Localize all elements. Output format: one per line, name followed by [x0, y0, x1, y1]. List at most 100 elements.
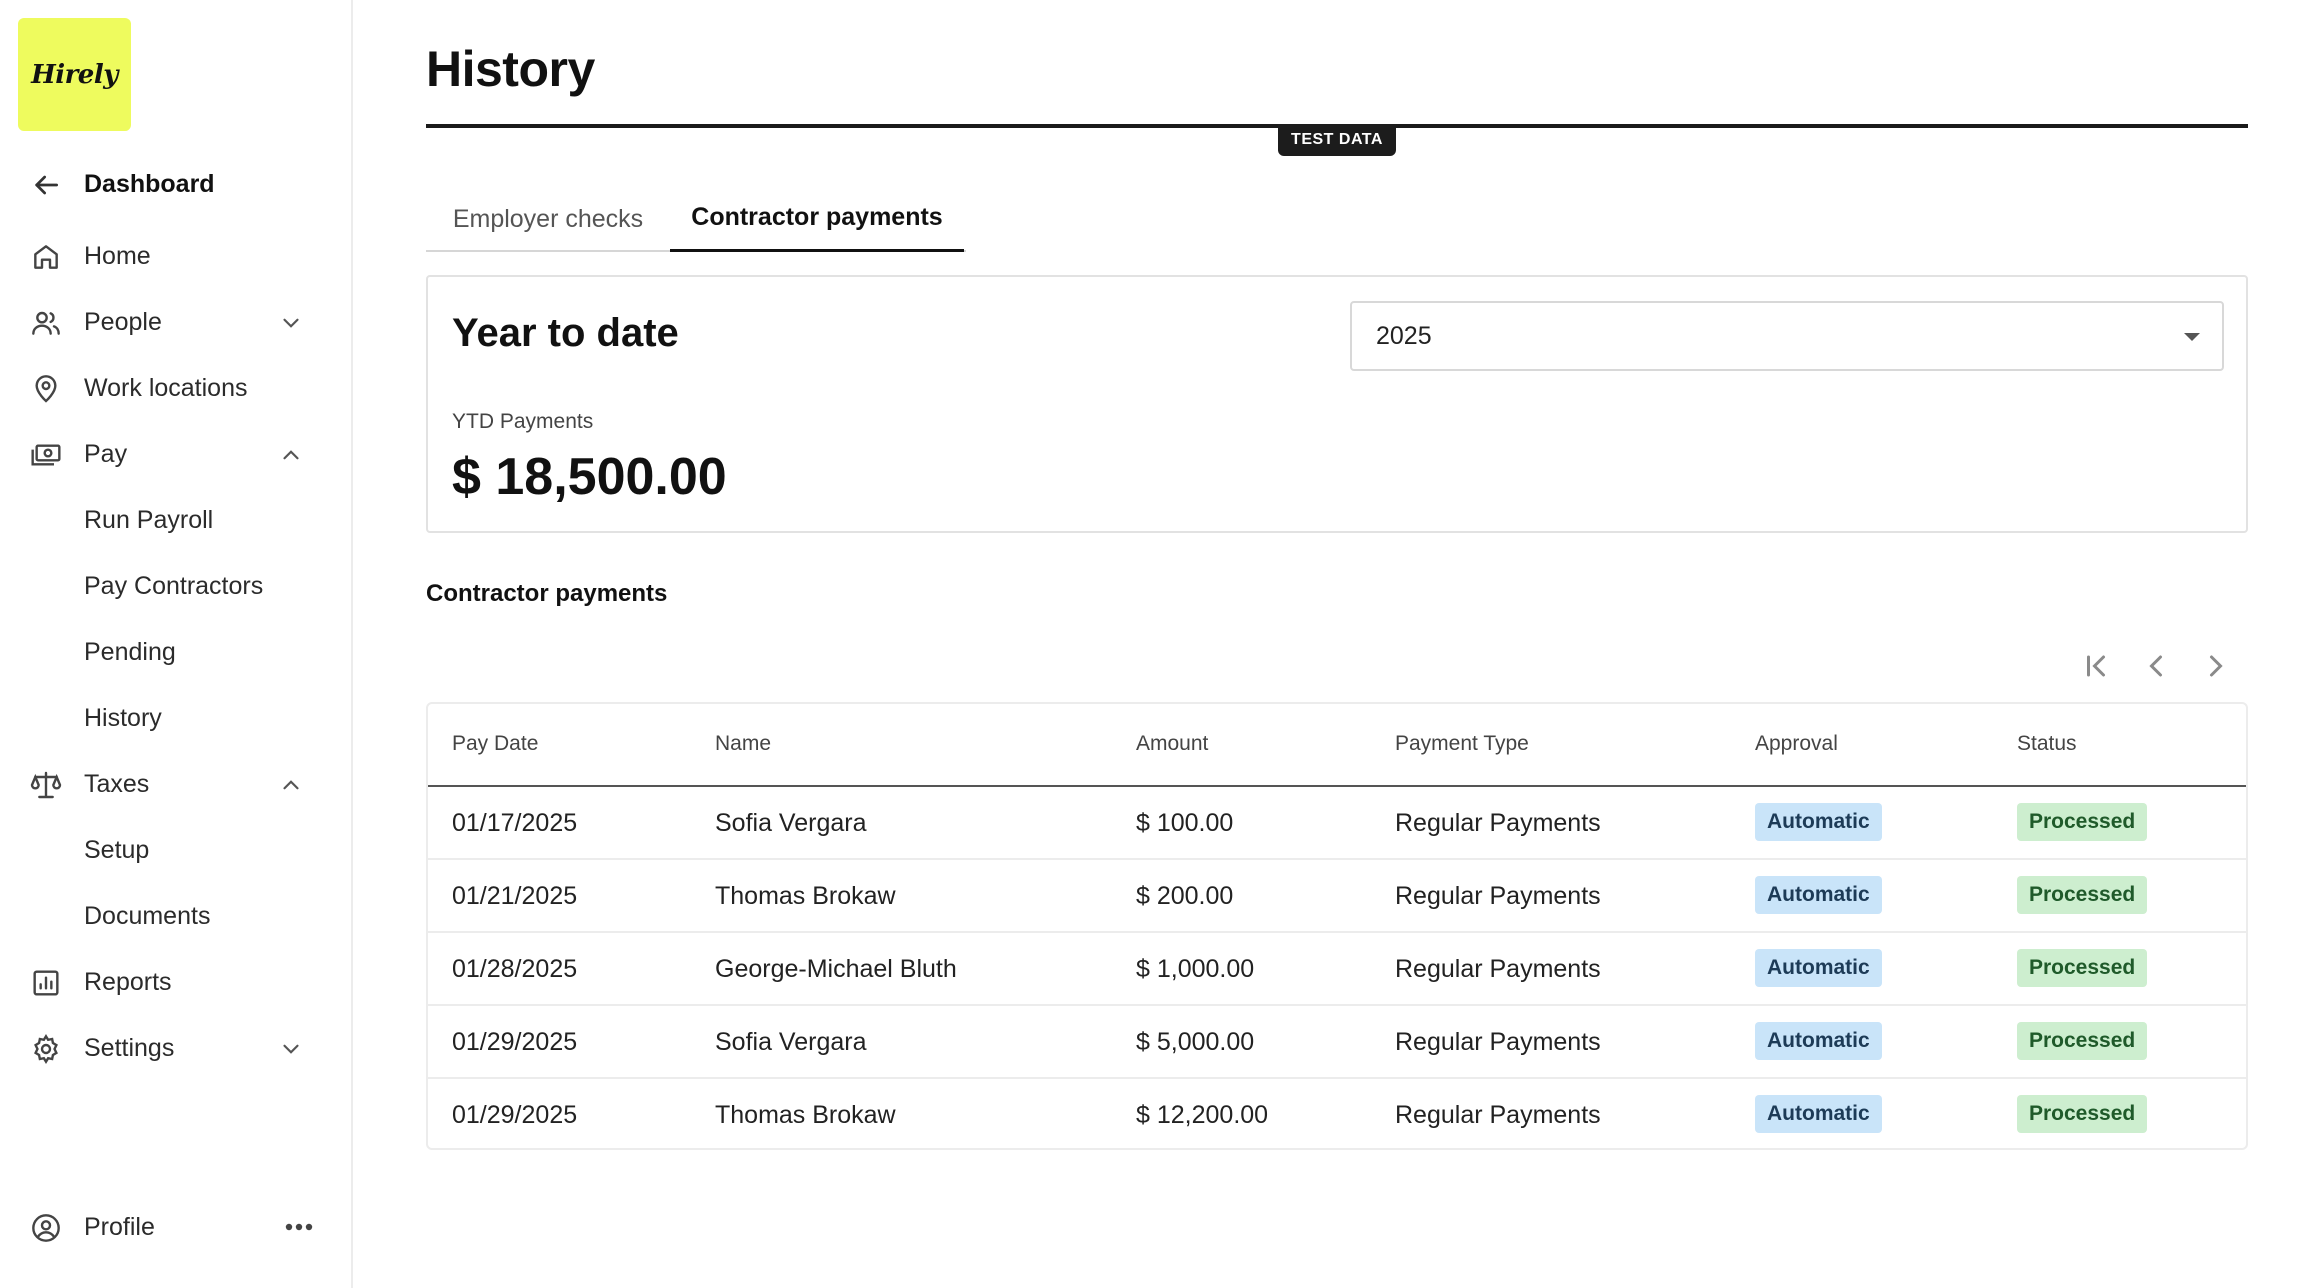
tabs: Employer checks Contractor payments	[426, 186, 966, 252]
sidebar-item-pending[interactable]: Pending	[0, 624, 353, 680]
table-row[interactable]: 01/21/2025 Thomas Brokaw $ 200.00 Regula…	[428, 860, 2246, 933]
cell-amount: $ 1,000.00	[1136, 955, 1255, 983]
column-header-status[interactable]: Status	[2017, 732, 2077, 756]
sidebar-item-profile[interactable]: Profile	[0, 1199, 353, 1255]
sidebar-item-label: Taxes	[84, 769, 150, 798]
payments-table: Pay Date Name Amount Payment Type Approv…	[426, 702, 2248, 1150]
status-badge: Processed	[2017, 876, 2148, 914]
tab-contractor-payments[interactable]: Contractor payments	[670, 186, 964, 252]
sidebar-item-run-payroll[interactable]: Run Payroll	[0, 492, 353, 548]
hirely-logo[interactable]: Hirely	[18, 18, 131, 131]
cell-pay-date: 01/21/2025	[452, 882, 578, 910]
sidebar-item-pay[interactable]: Pay	[0, 426, 353, 482]
cell-amount: $ 5,000.00	[1136, 1028, 1255, 1056]
status-badge: Processed	[2017, 1095, 2148, 1133]
sidebar-item-setup[interactable]: Setup	[0, 822, 353, 878]
cell-payment-type: Regular Payments	[1395, 882, 1601, 910]
caret-down-icon	[2184, 333, 2200, 341]
sidebar: Hirely Dashboard Home People Work locati…	[0, 0, 353, 1288]
arrow-left-icon	[35, 175, 58, 195]
sidebar-item-reports[interactable]: Reports	[0, 954, 353, 1010]
approval-badge: Automatic	[1755, 949, 1882, 987]
cell-name: Thomas Brokaw	[715, 882, 896, 910]
cell-name: Sofia Vergara	[715, 809, 867, 837]
cell-pay-date: 01/28/2025	[452, 955, 578, 983]
sidebar-item-label: Pay Contractors	[84, 571, 264, 600]
approval-badge: Automatic	[1755, 1095, 1882, 1133]
sidebar-item-label: Settings	[84, 1033, 175, 1062]
column-header-amount[interactable]: Amount	[1136, 732, 1208, 756]
chevron-down-icon[interactable]	[278, 310, 304, 336]
sidebar-item-label: Dashboard	[84, 169, 215, 198]
sidebar-item-home[interactable]: Home	[0, 228, 353, 284]
sidebar-item-label: Work locations	[84, 373, 248, 402]
sidebar-item-people[interactable]: People	[0, 294, 353, 350]
sidebar-item-documents[interactable]: Documents	[0, 888, 353, 944]
money-icon	[31, 444, 61, 466]
map-pin-icon	[35, 375, 57, 403]
approval-badge: Automatic	[1755, 803, 1882, 841]
cell-payment-type: Regular Payments	[1395, 955, 1601, 983]
previous-page-icon[interactable]	[2138, 648, 2174, 684]
user-circle-icon	[32, 1214, 60, 1242]
chevron-down-icon[interactable]	[278, 1036, 304, 1062]
cell-amount: $ 12,200.00	[1136, 1101, 1269, 1129]
cell-pay-date: 01/29/2025	[452, 1101, 578, 1129]
sidebar-item-label: Setup	[84, 835, 150, 864]
first-page-icon[interactable]	[2078, 648, 2114, 684]
sidebar-item-work-locations[interactable]: Work locations	[0, 360, 353, 416]
sidebar-item-label: Home	[84, 241, 151, 270]
sidebar-item-label: Documents	[84, 901, 211, 930]
column-header-pay-date[interactable]: Pay Date	[452, 732, 538, 756]
status-badge: Processed	[2017, 949, 2148, 987]
sidebar-item-label: Pending	[84, 637, 176, 666]
more-options-icon[interactable]	[282, 1213, 316, 1241]
approval-badge: Automatic	[1755, 1022, 1882, 1060]
ytd-payments-amount: $ 18,500.00	[452, 448, 727, 506]
year-select[interactable]: 2025	[1350, 301, 2224, 371]
year-select-value: 2025	[1376, 321, 1432, 350]
table-row[interactable]: 01/17/2025 Sofia Vergara $ 100.00 Regula…	[428, 787, 2246, 860]
ytd-summary-card: Year to date 2025 YTD Payments $ 18,500.…	[426, 275, 2248, 533]
sidebar-item-label: Profile	[84, 1212, 155, 1241]
sidebar-item-label: Reports	[84, 967, 172, 996]
sidebar-item-settings[interactable]: Settings	[0, 1020, 353, 1076]
cell-payment-type: Regular Payments	[1395, 809, 1601, 837]
ytd-heading: Year to date	[452, 311, 679, 355]
logo-text: Hirely	[31, 59, 118, 90]
cell-payment-type: Regular Payments	[1395, 1101, 1601, 1129]
table-row[interactable]: 01/29/2025 Sofia Vergara $ 5,000.00 Regu…	[428, 1006, 2246, 1079]
sidebar-item-dashboard[interactable]: Dashboard	[0, 156, 353, 212]
sidebar-item-taxes[interactable]: Taxes	[0, 756, 353, 812]
page-title: History	[426, 41, 595, 97]
sidebar-item-label: People	[84, 307, 162, 336]
sidebar-item-label: Pay	[84, 439, 128, 468]
cell-payment-type: Regular Payments	[1395, 1028, 1601, 1056]
column-header-name[interactable]: Name	[715, 732, 771, 756]
table-header: Pay Date Name Amount Payment Type Approv…	[428, 704, 2246, 787]
sidebar-item-history[interactable]: History	[0, 690, 353, 746]
chevron-up-icon[interactable]	[278, 442, 304, 468]
pagination	[2078, 648, 2238, 688]
cell-pay-date: 01/17/2025	[452, 809, 578, 837]
section-title: Contractor payments	[426, 580, 668, 607]
people-icon	[32, 311, 60, 335]
test-data-badge: TEST DATA	[1278, 124, 1396, 156]
table-row[interactable]: 01/28/2025 George-Michael Bluth $ 1,000.…	[428, 933, 2246, 1006]
sidebar-item-pay-contractors[interactable]: Pay Contractors	[0, 558, 353, 614]
scale-icon	[30, 771, 62, 799]
cell-name: Sofia Vergara	[715, 1028, 867, 1056]
sidebar-item-label: Run Payroll	[84, 505, 214, 534]
cell-name: Thomas Brokaw	[715, 1101, 896, 1129]
table-row[interactable]: 01/29/2025 Thomas Brokaw $ 12,200.00 Reg…	[428, 1079, 2246, 1148]
gear-icon	[34, 1034, 58, 1064]
chart-icon	[33, 970, 59, 996]
ytd-payments-label: YTD Payments	[452, 410, 594, 433]
column-header-payment-type[interactable]: Payment Type	[1395, 732, 1529, 756]
cell-amount: $ 100.00	[1136, 809, 1234, 837]
home-icon	[34, 245, 58, 269]
chevron-up-icon[interactable]	[278, 772, 304, 798]
next-page-icon[interactable]	[2198, 648, 2234, 684]
column-header-approval[interactable]: Approval	[1755, 732, 1838, 756]
tab-employer-checks[interactable]: Employer checks	[426, 186, 670, 252]
